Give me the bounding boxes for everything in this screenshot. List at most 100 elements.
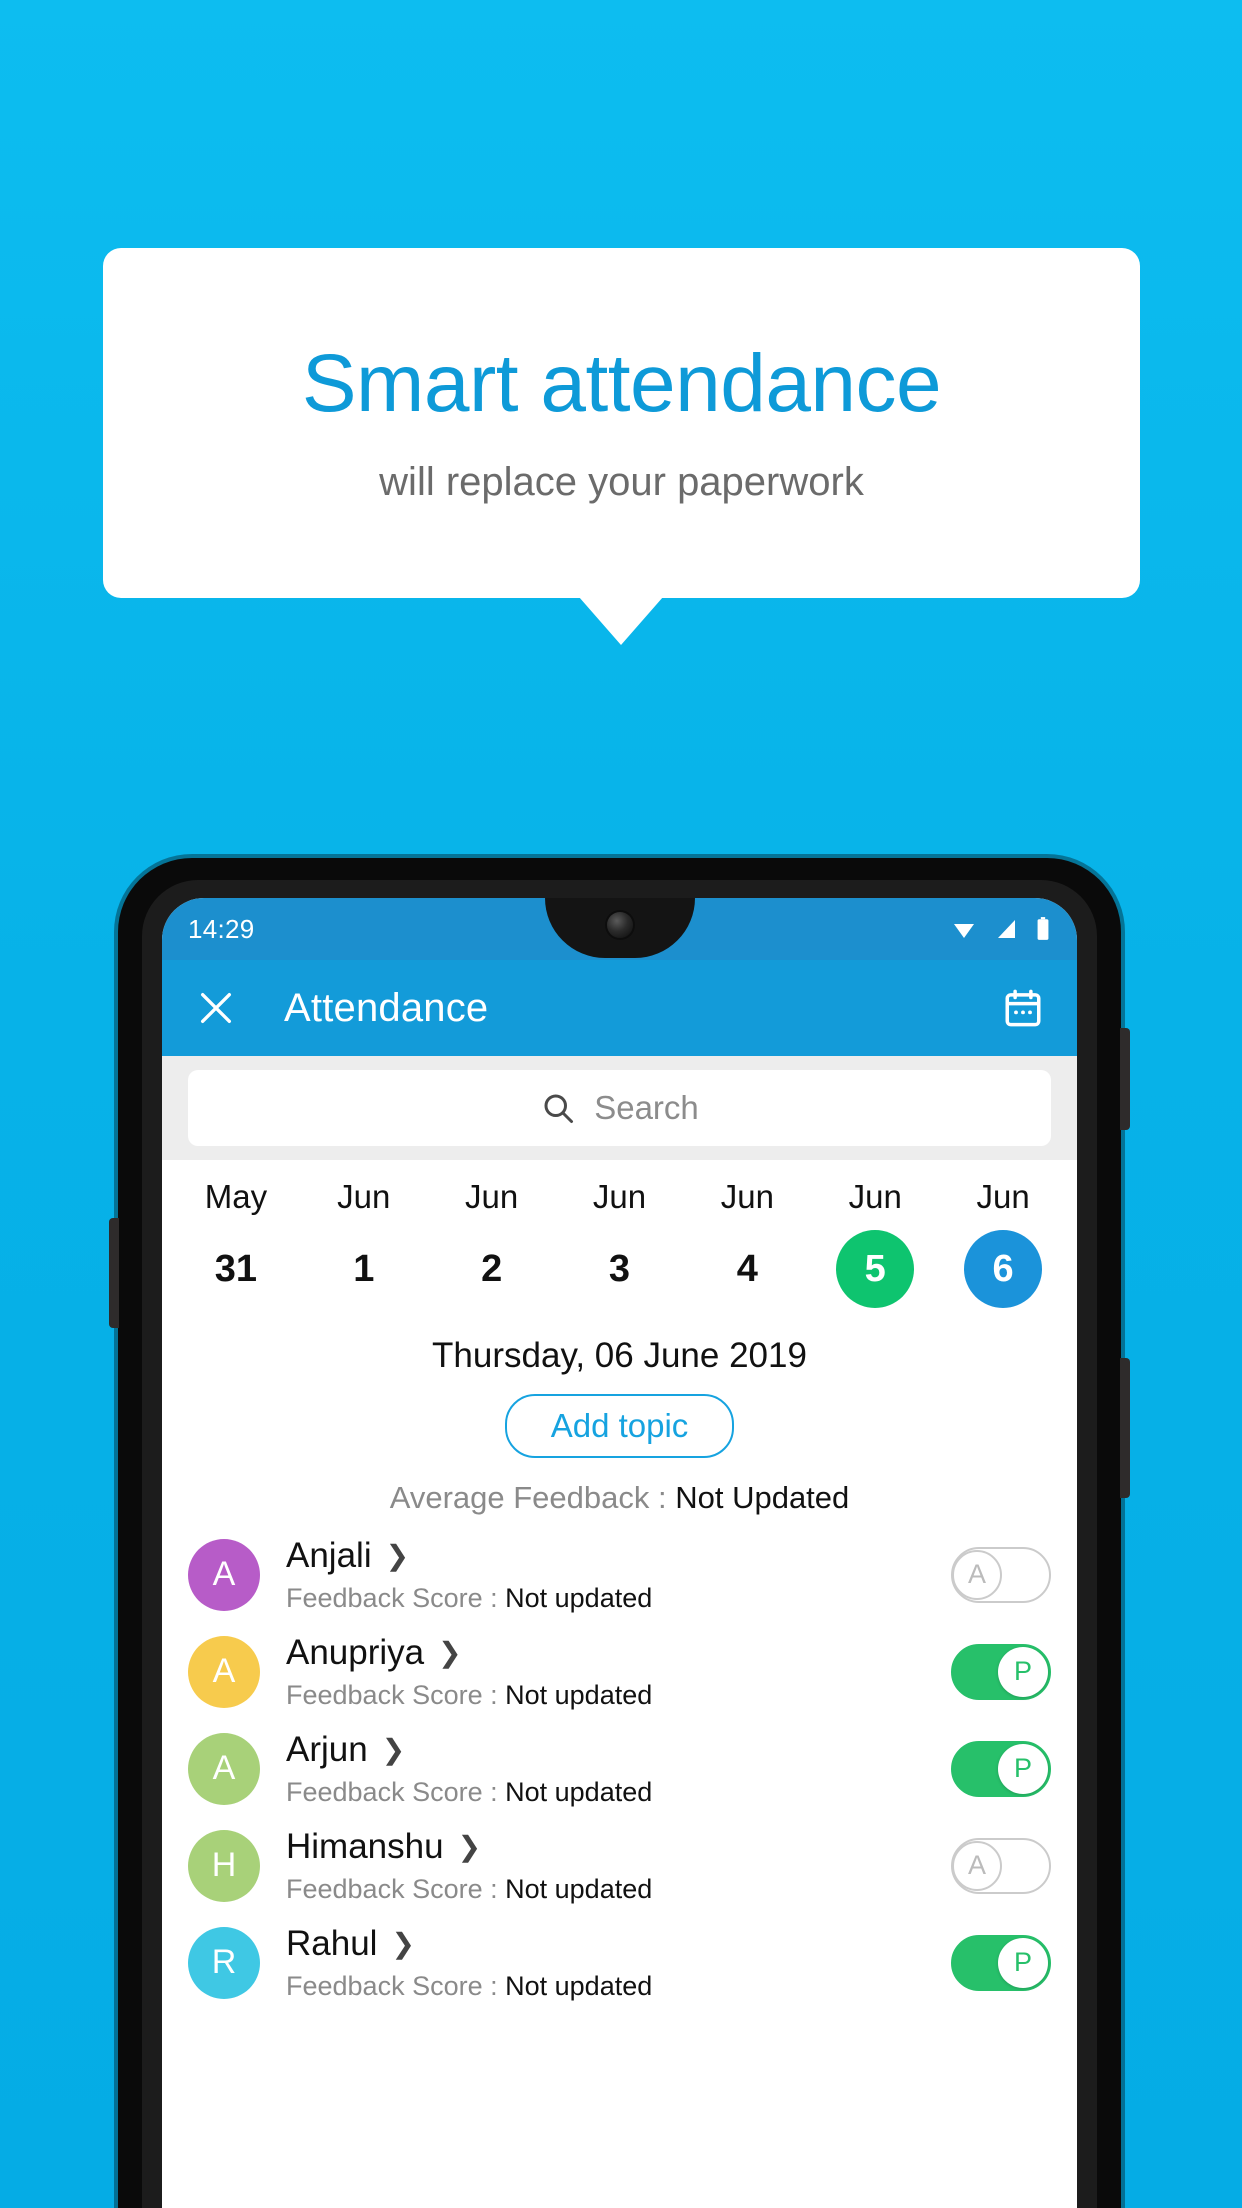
close-icon[interactable] — [190, 982, 242, 1034]
attendance-toggle[interactable]: A — [951, 1837, 1051, 1894]
student-name-line[interactable]: Rahul ❯ — [286, 1924, 951, 1964]
promo-screenshot: Smart attendance will replace your paper… — [0, 0, 1242, 2208]
avatar: A — [188, 1538, 260, 1611]
phone-power-button[interactable] — [1120, 1358, 1130, 1498]
average-feedback: Average Feedback : Not Updated — [162, 1480, 1077, 1516]
wifi-icon — [954, 924, 974, 938]
chevron-right-icon[interactable]: ❯ — [382, 1735, 405, 1764]
chevron-right-icon[interactable]: ❯ — [386, 1541, 409, 1570]
student-info: Anjali ❯ Feedback Score : Not updated — [286, 1536, 951, 1614]
add-topic-button[interactable]: Add topic — [504, 1394, 735, 1458]
phone-bezel: 14:29 Attendance Search May 31 Jun 1 Jun… — [142, 880, 1097, 2208]
student-name-line[interactable]: Himanshu ❯ — [286, 1827, 951, 1867]
average-feedback-value: Not Updated — [675, 1480, 850, 1515]
attendance-toggle-knob: P — [998, 1743, 1048, 1794]
student-list: A Anjali ❯ Feedback Score : Not updated A A An… — [162, 1526, 1077, 2011]
average-feedback-label: Average Feedback : — [389, 1480, 676, 1515]
date-month-label: Jun — [848, 1178, 902, 1215]
attendance-toggle-knob: A — [952, 1840, 1002, 1891]
student-name-line[interactable]: Arjun ❯ — [286, 1730, 951, 1770]
status-bar: 14:29 — [162, 898, 1077, 960]
feedback-score-line: Feedback Score : Not updated — [286, 1583, 951, 1614]
feedback-score-value: Not updated — [505, 1582, 653, 1613]
phone-notch — [544, 898, 695, 958]
date-day-number[interactable]: 1 — [325, 1230, 403, 1308]
student-row[interactable]: A Anupriya ❯ Feedback Score : Not updated P — [162, 1623, 1077, 1720]
avatar: A — [188, 1732, 260, 1805]
status-icon-group — [949, 916, 1051, 942]
feedback-score-line: Feedback Score : Not updated — [286, 1680, 951, 1711]
battery-icon — [1037, 917, 1049, 940]
signal-icon — [998, 920, 1015, 938]
student-row[interactable]: H Himanshu ❯ Feedback Score : Not updated A — [162, 1817, 1077, 1914]
feedback-score-label: Feedback Score : — [286, 1970, 506, 2001]
feedback-score-line: Feedback Score : Not updated — [286, 1971, 951, 2002]
date-day-number[interactable]: 2 — [453, 1230, 531, 1308]
attendance-toggle[interactable]: P — [951, 1643, 1051, 1700]
student-name-line[interactable]: Anjali ❯ — [286, 1536, 951, 1576]
feedback-score-label: Feedback Score : — [286, 1873, 506, 1904]
feedback-score-label: Feedback Score : — [286, 1776, 506, 1807]
feedback-score-label: Feedback Score : — [286, 1679, 506, 1710]
avatar: A — [188, 1635, 260, 1708]
attendance-toggle-knob: P — [998, 1646, 1048, 1697]
feedback-score-value: Not updated — [505, 1970, 653, 2001]
student-name: Anupriya — [286, 1632, 425, 1672]
date-cell[interactable]: Jun 6 — [939, 1178, 1067, 1308]
phone-volume-button[interactable] — [1120, 1028, 1130, 1130]
student-name: Himanshu — [286, 1826, 444, 1866]
student-info: Anupriya ❯ Feedback Score : Not updated — [286, 1633, 951, 1711]
student-name: Arjun — [286, 1729, 368, 1769]
search-placeholder: Search — [594, 1089, 699, 1126]
app-bar: Attendance — [162, 960, 1077, 1056]
date-month-label: Jun — [976, 1178, 1030, 1215]
student-row[interactable]: A Arjun ❯ Feedback Score : Not updated P — [162, 1720, 1077, 1817]
page-subtitle: will replace your paperwork — [379, 459, 864, 504]
selected-date-title: Thursday, 06 June 2019 — [432, 1336, 807, 1375]
date-strip: May 31 Jun 1 Jun 2 Jun 3 Jun 4 Jun 5 Jun 6 — [162, 1160, 1077, 1314]
date-day-number[interactable]: 3 — [581, 1230, 659, 1308]
date-cell[interactable]: Jun 3 — [556, 1178, 684, 1308]
chevron-right-icon[interactable]: ❯ — [391, 1929, 414, 1958]
student-info: Arjun ❯ Feedback Score : Not updated — [286, 1730, 951, 1808]
status-time: 14:29 — [188, 913, 255, 944]
date-month-label: Jun — [465, 1178, 519, 1215]
avatar: H — [188, 1829, 260, 1902]
chevron-right-icon[interactable]: ❯ — [438, 1638, 461, 1667]
date-cell[interactable]: May 31 — [172, 1178, 300, 1308]
chevron-right-icon[interactable]: ❯ — [458, 1832, 481, 1861]
phone-screen: 14:29 Attendance Search May 31 Jun 1 Jun… — [162, 898, 1077, 2208]
date-day-number[interactable]: 5 — [836, 1230, 915, 1308]
student-name-line[interactable]: Anupriya ❯ — [286, 1633, 951, 1673]
attendance-toggle[interactable]: P — [951, 1740, 1051, 1797]
date-day-number[interactable]: 4 — [708, 1230, 786, 1308]
phone-left-button[interactable] — [109, 1218, 119, 1328]
date-cell[interactable]: Jun 4 — [683, 1178, 811, 1308]
search-input[interactable]: Search — [188, 1070, 1051, 1146]
student-row[interactable]: R Rahul ❯ Feedback Score : Not updated P — [162, 1914, 1077, 2011]
attendance-toggle[interactable]: A — [951, 1546, 1051, 1603]
page-title: Smart attendance — [301, 338, 942, 430]
date-day-number[interactable]: 6 — [964, 1230, 1043, 1308]
front-camera-icon — [606, 912, 633, 938]
promo-card: Smart attendance will replace your paper… — [103, 248, 1140, 598]
date-day-number[interactable]: 31 — [197, 1230, 275, 1308]
calendar-icon[interactable] — [997, 982, 1049, 1034]
date-month-label: Jun — [592, 1178, 647, 1215]
date-cell[interactable]: Jun 5 — [811, 1178, 939, 1308]
search-icon — [544, 1094, 574, 1123]
student-info: Himanshu ❯ Feedback Score : Not updated — [286, 1827, 951, 1905]
date-month-label: May — [204, 1178, 268, 1215]
date-month-label: Jun — [720, 1178, 774, 1215]
attendance-toggle[interactable]: P — [951, 1934, 1051, 1991]
student-row[interactable]: A Anjali ❯ Feedback Score : Not updated A — [162, 1526, 1077, 1623]
date-cell[interactable]: Jun 1 — [300, 1178, 428, 1308]
search-band: Search — [162, 1056, 1077, 1160]
speech-bubble-tail — [579, 597, 663, 645]
feedback-score-value: Not updated — [505, 1679, 653, 1710]
date-cell[interactable]: Jun 2 — [428, 1178, 556, 1308]
feedback-score-value: Not updated — [505, 1776, 653, 1807]
student-name: Anjali — [286, 1535, 372, 1575]
add-topic-wrap: Add topic — [162, 1394, 1077, 1458]
student-name: Rahul — [286, 1923, 378, 1963]
